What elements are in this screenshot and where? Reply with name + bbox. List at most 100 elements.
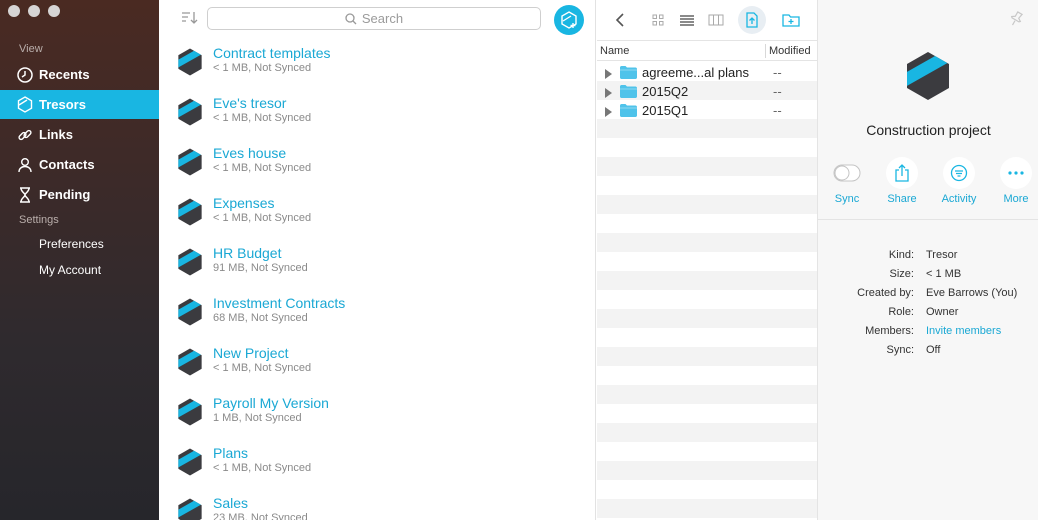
tresor-name: Expenses <box>213 195 275 211</box>
detail-pane: Construction project Sync Share Activity… <box>817 0 1038 520</box>
info-value: < 1 MB <box>926 268 962 280</box>
tresor-meta: 23 MB, Not Synced <box>213 512 308 520</box>
info-key: Kind: <box>888 249 914 261</box>
folder-icon <box>620 66 637 82</box>
search-icon <box>345 12 357 24</box>
sort-icon[interactable] <box>181 11 199 28</box>
toggle-icon[interactable] <box>831 157 863 189</box>
info-value: Off <box>926 344 941 356</box>
info-row: Members: Invite members <box>818 325 1038 341</box>
tresor-icon <box>178 148 202 176</box>
sidebar-item-pending[interactable]: Pending <box>0 180 159 209</box>
tresor-icon <box>177 398 203 429</box>
tresor-list-item[interactable]: Investment Contracts 68 MB, Not Synced <box>159 294 596 344</box>
files-column-header: Name Modified <box>597 40 817 61</box>
tresor-icon <box>178 448 202 476</box>
tresor-list-item[interactable]: Sales 23 MB, Not Synced <box>159 494 596 520</box>
new-tresor-button[interactable] <box>554 5 584 35</box>
more-icon[interactable] <box>1000 157 1032 189</box>
tresor-list-item[interactable]: Eve's tresor < 1 MB, Not Synced <box>159 94 596 144</box>
column-view-button[interactable] <box>703 8 729 32</box>
tresor-icon <box>178 398 202 426</box>
activity-action-label: Activity <box>941 193 977 205</box>
disclosure-triangle-icon[interactable] <box>605 105 612 120</box>
tresor-list-item[interactable]: Expenses < 1 MB, Not Synced <box>159 194 596 244</box>
sidebar-item-label: Recents <box>39 67 90 82</box>
back-button[interactable] <box>607 8 633 32</box>
tresor-list-pane: Search Contract templates < 1 MB, Not Syn… <box>159 0 596 520</box>
file-row[interactable]: agreeme...al plans -- <box>597 63 817 82</box>
more-action[interactable]: More <box>988 157 1038 205</box>
info-row: Created by: Eve Barrows (You) <box>818 287 1038 303</box>
tresor-list-item[interactable]: Contract templates < 1 MB, Not Synced <box>159 44 596 94</box>
window-controls <box>8 5 60 17</box>
activity-action[interactable]: Activity <box>931 157 987 205</box>
info-row: Kind: Tresor <box>818 249 1038 265</box>
invite-members-link[interactable]: Invite members <box>926 325 1001 337</box>
share-icon[interactable] <box>886 157 918 189</box>
tresor-icon <box>177 248 203 279</box>
tresor-icon <box>177 298 203 329</box>
sidebar: View Recents Tresors Links Contacts Pend… <box>0 0 159 520</box>
info-key: Role: <box>888 306 914 318</box>
sync-action-label: Sync <box>834 193 860 205</box>
tresor-list-item[interactable]: Payroll My Version 1 MB, Not Synced <box>159 394 596 444</box>
info-value: Tresor <box>926 249 958 261</box>
share-action[interactable]: Share <box>874 157 930 205</box>
file-row[interactable]: 2015Q2 -- <box>597 82 817 101</box>
grid-icon <box>652 14 664 26</box>
file-name: 2015Q1 <box>642 103 689 118</box>
tresor-meta: < 1 MB, Not Synced <box>213 112 312 124</box>
file-row[interactable]: 2015Q1 -- <box>597 101 817 120</box>
tresor-icon <box>178 298 202 326</box>
info-key: Created by: <box>857 287 914 299</box>
sidebar-item-label: Contacts <box>39 157 95 172</box>
close-window-button[interactable] <box>8 5 20 17</box>
tresor-name: New Project <box>213 345 289 361</box>
tresor-icon <box>177 348 203 379</box>
tresor-list-item[interactable]: HR Budget 91 MB, Not Synced <box>159 244 596 294</box>
file-modified: -- <box>773 65 782 80</box>
tresor-icon <box>177 48 203 79</box>
sidebar-item-label: Pending <box>39 187 91 202</box>
sidebar-item-preferences[interactable]: Preferences <box>39 237 104 251</box>
list-view-button[interactable] <box>674 8 700 32</box>
section-label-view: View <box>19 43 43 55</box>
search-input[interactable]: Search <box>207 7 541 30</box>
activity-icon[interactable] <box>943 157 975 189</box>
tresor-name: Sales <box>213 495 249 511</box>
zoom-window-button[interactable] <box>48 5 60 17</box>
sidebar-item-links[interactable]: Links <box>0 120 159 149</box>
tresor-meta: < 1 MB, Not Synced <box>213 212 312 224</box>
section-label-settings: Settings <box>19 214 59 226</box>
column-name-header[interactable]: Name <box>600 45 629 57</box>
sidebar-item-recents[interactable]: Recents <box>0 60 159 89</box>
sidebar-item-my-account[interactable]: My Account <box>39 263 101 277</box>
sync-action[interactable]: Sync <box>819 157 875 205</box>
person-icon <box>16 156 34 174</box>
clock-icon <box>16 66 34 84</box>
tresor-name: Payroll My Version <box>213 395 329 411</box>
tresor-icon <box>178 198 202 226</box>
upload-file-button[interactable] <box>738 6 766 34</box>
tresor-list-item[interactable]: Eves house < 1 MB, Not Synced <box>159 144 596 194</box>
new-folder-icon <box>782 14 800 27</box>
file-modified: -- <box>773 84 782 99</box>
disclosure-triangle-icon[interactable] <box>605 67 612 82</box>
tresor-name: Plans <box>213 445 249 461</box>
folder-icon <box>620 104 637 120</box>
pin-icon[interactable] <box>1008 11 1024 30</box>
tresor-icon <box>178 348 202 376</box>
tresor-list-item[interactable]: Plans < 1 MB, Not Synced <box>159 444 596 494</box>
tresor-list-item[interactable]: New Project < 1 MB, Not Synced <box>159 344 596 394</box>
column-modified-header[interactable]: Modified <box>769 45 811 57</box>
minimize-window-button[interactable] <box>28 5 40 17</box>
tresor-icon <box>177 448 203 479</box>
grid-view-button[interactable] <box>645 8 671 32</box>
sidebar-item-contacts[interactable]: Contacts <box>0 150 159 179</box>
info-key: Sync: <box>886 344 914 356</box>
new-folder-button[interactable] <box>778 8 804 32</box>
disclosure-triangle-icon[interactable] <box>605 86 612 101</box>
sidebar-item-tresors[interactable]: Tresors <box>0 90 159 119</box>
tresor-icon <box>178 98 202 126</box>
